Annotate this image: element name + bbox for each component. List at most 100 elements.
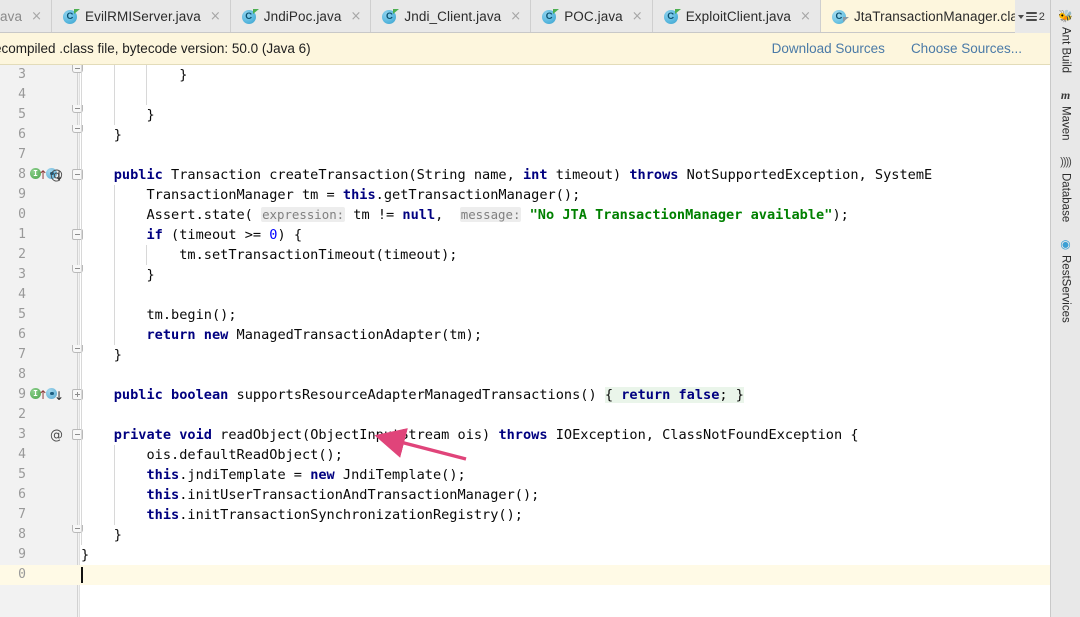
- code-text: }: [81, 127, 122, 143]
- editor-tab-4[interactable]: C POC.java ×: [531, 0, 653, 32]
- indent-guide: [113, 465, 115, 485]
- code-line[interactable]: 3 }: [0, 65, 1050, 85]
- line-number: 9: [18, 187, 26, 202]
- tool-button-ant-build[interactable]: 🐝 Ant Build: [1058, 4, 1073, 83]
- line-number: 4: [18, 287, 26, 302]
- code-line[interactable]: 4: [0, 285, 1050, 305]
- java-file-icon: C: [62, 8, 80, 25]
- indent-guide: [113, 445, 115, 465]
- code-line[interactable]: 4: [0, 85, 1050, 105]
- indent-guide: [81, 485, 82, 505]
- editor-tab-label: EvilRMIServer.java: [84, 9, 201, 24]
- code-line[interactable]: 4 ois.defaultReadObject();: [0, 445, 1050, 465]
- indent-guide: [81, 165, 82, 185]
- choose-sources-link[interactable]: Choose Sources...: [911, 41, 1022, 56]
- line-number: 8: [18, 167, 26, 182]
- code-line[interactable]: 9}: [0, 545, 1050, 565]
- code-line[interactable]: 5 tm.begin();: [0, 305, 1050, 325]
- tab-overflow-dropdown[interactable]: 2: [1015, 9, 1048, 25]
- line-number: 1: [18, 227, 26, 242]
- close-icon[interactable]: ×: [632, 10, 643, 23]
- code-line[interactable]: 1 if (timeout >= 0) {: [0, 225, 1050, 245]
- indent-guide: [81, 85, 82, 105]
- code-line[interactable]: 0 Assert.state( expression: tm != null, …: [0, 205, 1050, 225]
- editor-tab-label: Jndi_Client.java: [404, 9, 502, 24]
- download-sources-link[interactable]: Download Sources: [772, 41, 885, 56]
- indent-guide: [113, 185, 115, 205]
- indent-guide: [113, 265, 115, 285]
- code-line[interactable]: 7 }: [0, 345, 1050, 365]
- indent-guide: [113, 245, 115, 265]
- line-number: 5: [18, 307, 26, 322]
- line-number: 6: [18, 487, 26, 502]
- editor-tab-1[interactable]: C EvilRMIServer.java ×: [51, 0, 231, 32]
- code-line[interactable]: 9 TransactionManager tm = this.getTransa…: [0, 185, 1050, 205]
- indent-guide: [113, 325, 115, 345]
- indent-guide: [81, 465, 82, 485]
- code-line[interactable]: 9 I ↑ ↓ public boolean supportsResourceAdap…: [0, 385, 1050, 405]
- code-line[interactable]: 3 }: [0, 265, 1050, 285]
- code-line[interactable]: 6 }: [0, 125, 1050, 145]
- close-icon[interactable]: ×: [350, 10, 361, 23]
- indent-guide: [81, 205, 82, 225]
- code-line[interactable]: 8: [0, 365, 1050, 385]
- code-line[interactable]: 6 return new ManagedTransactionAdapter(t…: [0, 325, 1050, 345]
- code-line[interactable]: 0: [0, 565, 1050, 585]
- tool-button-database[interactable]: )))) Database: [1060, 151, 1072, 232]
- code-line[interactable]: 8 }: [0, 525, 1050, 545]
- line-number: 6: [18, 327, 26, 342]
- code-lines[interactable]: 3 } 4 5 } 6 } 7 8 I ↑ ↓ @ public Transaction crea…: [0, 65, 1050, 617]
- ant-icon: 🐝: [1058, 9, 1073, 23]
- code-text: this.initTransactionSynchronizationRegis…: [146, 507, 523, 523]
- decompiled-class-notification-bar: ecompiled .class file, bytecode version:…: [0, 33, 1050, 65]
- editor-tab-2[interactable]: C JndiPoc.java ×: [230, 0, 372, 32]
- tool-button-label: RestServices: [1059, 254, 1072, 323]
- intellij-editor-window: ava × C EvilRMIServer.java × C JndiPoc.j…: [0, 0, 1080, 617]
- line-number: 8: [18, 527, 26, 542]
- editor-tab-label: ExploitClient.java: [685, 9, 792, 24]
- editor-tab-0[interactable]: ava ×: [0, 0, 52, 32]
- right-tool-window-bar: 🐝 Ant Build m Maven )))) Database ◉ Rest…: [1050, 0, 1080, 617]
- code-editor[interactable]: 3 } 4 5 } 6 } 7 8 I ↑ ↓ @ public Transaction crea…: [0, 65, 1050, 617]
- code-text: tm.begin();: [81, 307, 237, 323]
- indent-guide: [146, 85, 148, 105]
- annotation-marker-icon[interactable]: @: [50, 426, 63, 446]
- code-line[interactable]: 5 this.jndiTemplate = new JndiTemplate()…: [0, 465, 1050, 485]
- indent-guide: [81, 445, 82, 465]
- code-line[interactable]: 2: [0, 405, 1050, 425]
- notification-links: Download Sources Choose Sources...: [772, 41, 1050, 56]
- code-line[interactable]: 8 I ↑ ↓ @ public Transaction createTransacti…: [0, 165, 1050, 185]
- java-file-icon: C: [241, 8, 259, 25]
- notification-message: ecompiled .class file, bytecode version:…: [0, 41, 311, 56]
- indent-guide: [81, 505, 82, 525]
- editor-tab-5[interactable]: C ExploitClient.java ×: [652, 0, 821, 32]
- tool-button-rest-services[interactable]: ◉ RestServices: [1060, 232, 1072, 333]
- code-text: this.initUserTransactionAndTransactionMa…: [146, 487, 540, 503]
- indent-guide: [81, 345, 82, 365]
- line-number: 7: [18, 147, 26, 162]
- tool-button-label: Maven: [1059, 106, 1072, 141]
- code-line[interactable]: 7: [0, 145, 1050, 165]
- editor-tab-3[interactable]: C Jndi_Client.java ×: [371, 0, 532, 32]
- line-number: 0: [18, 567, 26, 582]
- code-line[interactable]: 6 this.initUserTransactionAndTransaction…: [0, 485, 1050, 505]
- indent-guide: [81, 525, 82, 545]
- close-icon[interactable]: ×: [210, 10, 221, 23]
- code-text: public Transaction createTransaction(Str…: [113, 167, 933, 183]
- close-icon[interactable]: ×: [800, 10, 811, 23]
- indent-guide: [81, 385, 82, 405]
- line-number: 6: [18, 127, 26, 142]
- line-number: 9: [18, 387, 26, 402]
- editor-tab-label: ava: [0, 9, 23, 24]
- line-number: 9: [18, 547, 26, 562]
- annotation-marker-icon[interactable]: @: [50, 166, 63, 186]
- close-icon[interactable]: ×: [31, 10, 42, 23]
- tool-button-maven[interactable]: m Maven: [1060, 83, 1072, 151]
- code-text: }: [81, 107, 155, 123]
- close-icon[interactable]: ×: [510, 10, 521, 23]
- line-number: 2: [18, 407, 26, 422]
- code-line[interactable]: 7 this.initTransactionSynchronizationReg…: [0, 505, 1050, 525]
- code-line[interactable]: 3 @ private void readObject(ObjectInputSt…: [0, 425, 1050, 445]
- code-line[interactable]: 5 }: [0, 105, 1050, 125]
- code-line[interactable]: 2 tm.setTransactionTimeout(timeout);: [0, 245, 1050, 265]
